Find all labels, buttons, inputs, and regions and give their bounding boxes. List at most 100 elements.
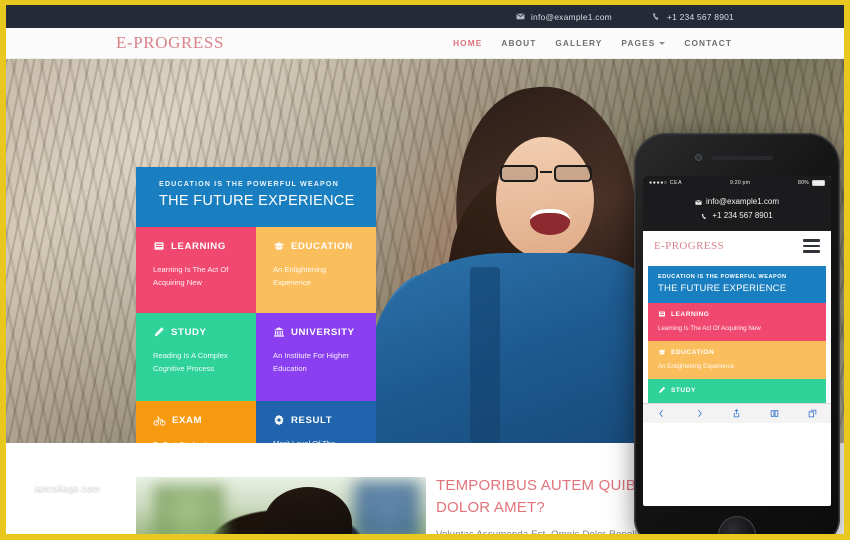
phone-email-row[interactable]: info@example1.com (643, 195, 831, 209)
tile-title: UNIVERSITY (291, 326, 355, 338)
phone-contact-bar: info@example1.com +1 234 567 8901 (643, 189, 831, 231)
phone-tile-desc: An Enlightening Experience (658, 363, 735, 370)
home-button-icon[interactable] (718, 516, 756, 534)
photo-bokeh-right (354, 481, 420, 534)
nav-item-pages[interactable]: PAGES (621, 38, 666, 48)
tile-title-row: LEARNING (153, 240, 244, 252)
tile-title: EDUCATION (291, 240, 353, 252)
pencil-icon (659, 386, 666, 393)
graduation-cap-icon (658, 349, 666, 355)
hamburger-menu-icon[interactable] (803, 239, 820, 253)
envelope-icon (695, 199, 702, 205)
phone-icon (652, 12, 661, 21)
tile-title: STUDY (171, 326, 207, 338)
nav-item-contact[interactable]: CONTACT (684, 38, 732, 48)
book-icon (659, 311, 665, 317)
nav-item-about[interactable]: ABOUT (501, 38, 536, 48)
phone-tile-title-row: LEARNING (658, 310, 826, 318)
envelope-icon (516, 12, 525, 21)
phone-tile-title: EDUCATION (671, 348, 715, 356)
book-icon (153, 240, 165, 252)
tile-desc: Reading Is A Complex Cognitive Process (153, 351, 228, 374)
nav-item-home[interactable]: HOME (453, 38, 482, 48)
tile-title-row: RESULT (273, 414, 364, 426)
pencil-icon (153, 326, 165, 338)
tabs-icon[interactable] (808, 409, 817, 418)
nav-label: HOME (453, 38, 483, 48)
phone-screen: ●●●●○ CEA 9:20 pm 80% info@example1.com … (643, 176, 831, 506)
phone-tile-desc: Learning Is The Act Of Acquiring New (658, 325, 761, 332)
phone-status-bar: ●●●●○ CEA 9:20 pm 80% (643, 176, 831, 189)
mouth-shape (530, 209, 570, 235)
phone-tile-study[interactable]: STUDY (648, 379, 826, 403)
chevron-down-icon (659, 41, 666, 45)
site-logo[interactable]: E-PROGRESS (116, 33, 224, 53)
phone-hero-subtitle: EDUCATION IS THE POWERFUL WEAPON (658, 274, 787, 280)
tile-title: LEARNING (171, 240, 226, 252)
phone-tile-learning[interactable]: LEARNING Learning Is The Act Of Acquirin… (648, 303, 826, 341)
phone-phone-text: +1 234 567 8901 (712, 211, 773, 220)
phone-browser-toolbar (643, 403, 831, 423)
nav-label: CONTACT (684, 38, 732, 48)
front-camera-icon (695, 154, 702, 161)
phone-tile-title: STUDY (671, 386, 696, 394)
hero-title: THE FUTURE EXPERIENCE (159, 193, 355, 209)
tile-title-row: STUDY (153, 326, 244, 338)
forward-icon[interactable] (695, 409, 704, 418)
topbar-email[interactable]: info@example1.com (516, 12, 612, 22)
page-root: info@example1.com +1 234 567 8901 E-PROG… (0, 0, 850, 540)
phone-hero-title: THE FUTURE EXPERIENCE (658, 283, 787, 294)
tile-education[interactable]: EDUCATION An Enlightening Experience (256, 227, 376, 313)
tile-university[interactable]: UNIVERSITY An Institute For Higher Educa… (256, 313, 376, 401)
tile-desc: Learning Is The Act Of Acquiring New (153, 265, 229, 288)
phone-icon (702, 213, 707, 219)
nav-item-gallery[interactable]: GALLERY (555, 38, 602, 48)
carrier-signal-text: ●●●●○ CEA (649, 179, 683, 186)
phone-tile-education[interactable]: EDUCATION An Enlightening Experience (648, 341, 826, 379)
tile-desc: To Test Student's Knowledge (153, 438, 244, 443)
feature-tile-grid: EDUCATION IS THE POWERFUL WEAPON THE FUT… (136, 167, 376, 443)
photo-subject-head (264, 487, 352, 534)
phone-navbar: E-PROGRESS (643, 231, 831, 261)
share-icon[interactable] (732, 409, 741, 418)
tile-title-row: EDUCATION (273, 240, 364, 252)
tile-desc: An Enlightening Experience (273, 265, 327, 288)
phone-logo[interactable]: E-PROGRESS (654, 240, 724, 252)
nav-label: ABOUT (501, 38, 537, 48)
tile-title: RESULT (291, 414, 333, 426)
status-time: 9:20 pm (730, 179, 751, 186)
tile-desc: An Institute For Higher Education (273, 351, 349, 374)
main-navbar: E-PROGRESS HOME ABOUT GALLERY PAGES CONT… (6, 28, 844, 59)
topbar-phone-text: +1 234 567 8901 (666, 11, 734, 22)
bookmarks-icon[interactable] (770, 409, 779, 418)
nav-label: GALLERY (555, 38, 603, 48)
phone-mockup: ●●●●○ CEA 9:20 pm 80% info@example1.com … (634, 133, 840, 534)
phone-tile-title-row: EDUCATION (658, 348, 826, 356)
tile-result[interactable]: RESULT Merit Level Of The Experience (256, 401, 376, 443)
phone-hero-card: EDUCATION IS THE POWERFUL WEAPON THE FUT… (648, 266, 826, 303)
tile-title: EXAM (172, 415, 203, 426)
back-icon[interactable] (657, 409, 666, 418)
tile-learning[interactable]: LEARNING Learning Is The Act Of Acquirin… (136, 227, 256, 313)
topbar-phone[interactable]: +1 234 567 8901 (652, 12, 734, 22)
nav-label: PAGES (621, 38, 656, 48)
bank-icon (273, 326, 285, 338)
earpiece-speaker (711, 156, 773, 160)
topbar-email-text: info@example1.com (530, 11, 612, 22)
watermark-text: iancollege.com (34, 483, 101, 494)
phone-tile-title: LEARNING (671, 310, 710, 318)
hero-subtitle: EDUCATION IS THE POWERFUL WEAPON (159, 179, 339, 188)
phone-email-text: info@example1.com (705, 197, 780, 206)
bicycle-icon (153, 414, 166, 427)
battery-status: 80% (798, 179, 825, 186)
top-contact-bar: info@example1.com +1 234 567 8901 (6, 5, 844, 28)
gear-icon (273, 414, 285, 426)
phone-tile-title-row: STUDY (658, 386, 826, 394)
phone-phone-row[interactable]: +1 234 567 8901 (643, 209, 831, 223)
shirt-shape (374, 253, 674, 443)
phone-top-bezel (643, 142, 831, 176)
tile-exam[interactable]: EXAM To Test Student's Knowledge (136, 401, 256, 443)
tile-title-row: UNIVERSITY (273, 326, 364, 338)
battery-icon (811, 179, 825, 186)
tile-study[interactable]: STUDY Reading Is A Complex Cognitive Pro… (136, 313, 256, 401)
